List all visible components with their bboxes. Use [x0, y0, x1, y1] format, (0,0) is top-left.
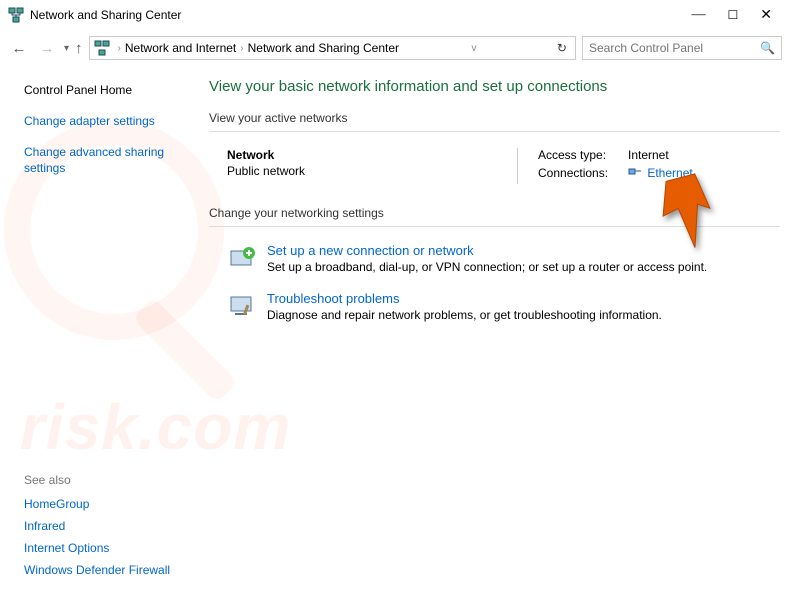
troubleshoot-link[interactable]: Troubleshoot problems	[267, 291, 399, 306]
app-icon	[8, 7, 24, 23]
control-panel-icon	[94, 40, 110, 56]
ethernet-icon	[628, 167, 642, 177]
divider	[209, 131, 780, 132]
maximize-button[interactable]: ☐	[728, 8, 739, 23]
content-pane: View your basic network information and …	[205, 66, 790, 595]
minimize-button[interactable]: —	[692, 7, 706, 23]
annotation-arrow	[648, 170, 718, 250]
access-type-value: Internet	[628, 148, 669, 162]
up-button[interactable]: ↑	[75, 40, 83, 57]
search-box[interactable]: 🔍	[582, 36, 782, 60]
search-input[interactable]	[589, 41, 760, 55]
internet-options-link[interactable]: Internet Options	[24, 541, 109, 555]
setup-connection-desc: Set up a broadband, dial-up, or VPN conn…	[267, 260, 707, 274]
troubleshoot-icon	[227, 291, 259, 323]
back-button[interactable]: ←	[8, 40, 30, 57]
chevron-right-icon: ›	[240, 43, 243, 54]
setup-connection-link[interactable]: Set up a new connection or network	[267, 243, 474, 258]
close-button[interactable]: ✕	[760, 7, 772, 24]
chevron-right-icon: ›	[118, 43, 121, 54]
see-also-label: See also	[24, 473, 170, 487]
breadcrumb-dropdown[interactable]: v	[471, 43, 476, 54]
change-adapter-link[interactable]: Change adapter settings	[24, 114, 155, 128]
title-bar: Network and Sharing Center — ☐ ✕	[0, 0, 790, 30]
page-title: View your basic network information and …	[209, 78, 780, 95]
windows-defender-link[interactable]: Windows Defender Firewall	[24, 563, 170, 577]
sidebar: Control Panel Home Change adapter settin…	[0, 66, 205, 595]
breadcrumb[interactable]: › Network and Internet › Network and Sha…	[89, 36, 576, 60]
forward-button[interactable]: →	[36, 40, 58, 57]
nav-bar: ← → ▾ ↑ › Network and Internet › Network…	[0, 30, 790, 66]
history-dropdown[interactable]: ▾	[64, 43, 69, 54]
network-type: Public network	[227, 164, 517, 178]
troubleshoot-desc: Diagnose and repair network problems, or…	[267, 308, 662, 322]
new-connection-icon	[227, 243, 259, 275]
change-advanced-link[interactable]: Change advanced sharing settings	[24, 145, 164, 176]
infrared-link[interactable]: Infrared	[24, 519, 65, 533]
connections-label: Connections:	[538, 166, 628, 180]
active-networks-label: View your active networks	[209, 111, 780, 125]
access-type-label: Access type:	[538, 148, 628, 162]
control-panel-home-link[interactable]: Control Panel Home	[24, 83, 132, 97]
refresh-button[interactable]: ↻	[553, 41, 571, 55]
window-title: Network and Sharing Center	[30, 8, 181, 22]
breadcrumb-item[interactable]: Network and Internet	[125, 41, 236, 55]
homegroup-link[interactable]: HomeGroup	[24, 497, 89, 511]
network-name: Network	[227, 148, 517, 162]
search-icon[interactable]: 🔍	[760, 41, 775, 55]
breadcrumb-item[interactable]: Network and Sharing Center	[248, 41, 399, 55]
